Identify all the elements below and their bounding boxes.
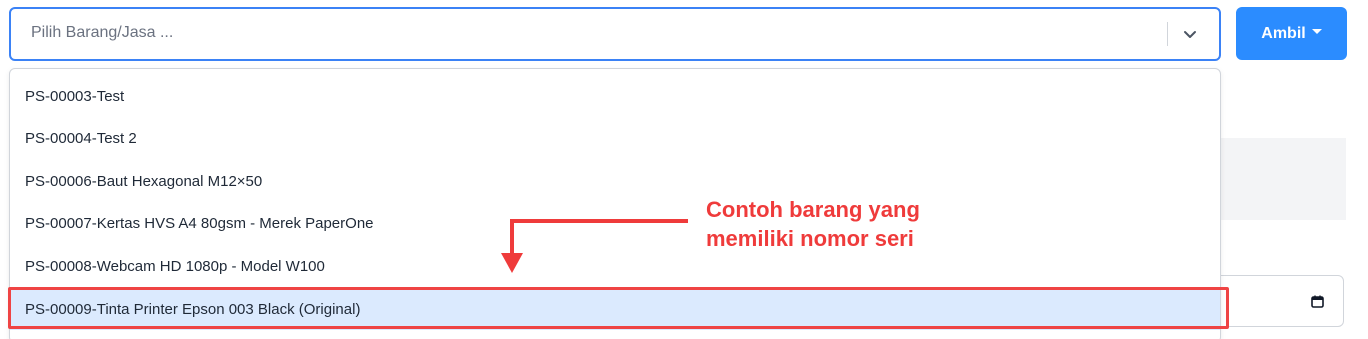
- annotation-arrow-icon: [501, 219, 688, 273]
- calendar-icon[interactable]: [1311, 295, 1324, 308]
- dropdown-item-selected[interactable]: PS-00009-Tinta Printer Epson 003 Black (…: [10, 288, 1220, 330]
- item-select[interactable]: Pilih Barang/Jasa ...: [9, 7, 1221, 61]
- ambil-button-label: Ambil: [1261, 24, 1306, 42]
- background-panel: [1200, 138, 1346, 220]
- ambil-button[interactable]: Ambil: [1236, 7, 1347, 60]
- dropdown-item-label: PS-00004-Test 2: [25, 129, 137, 147]
- dropdown-menu: PS-00003-Test PS-00004-Test 2 PS-00006-B…: [9, 68, 1221, 339]
- dropdown-item-label: PS-00008-Webcam HD 1080p - Model W100: [25, 257, 325, 275]
- dropdown-item-label: PS-00007-Kertas HVS A4 80gsm - Merek Pap…: [25, 214, 374, 232]
- annotation-line: memiliki nomor seri: [706, 226, 914, 251]
- select-separator: [1167, 22, 1168, 46]
- dropdown-item[interactable]: PS-00004-Test 2: [10, 117, 1220, 159]
- dropdown-item-label: PS-00003-Test: [25, 87, 125, 105]
- dropdown-item[interactable]: PS-00003-Test: [10, 75, 1220, 117]
- dropdown-item-label: PS-00006-Baut Hexagonal M12×50: [25, 172, 263, 190]
- select-placeholder: Pilih Barang/Jasa ...: [31, 24, 174, 41]
- annotation-line: Contoh barang yang: [706, 197, 920, 222]
- dropdown-item-label: PS-00009-Tinta Printer Epson 003 Black (…: [25, 300, 361, 318]
- page: n Pilih Barang/Jasa ... Ambil PS-00003-T…: [0, 0, 1368, 339]
- caret-down-icon: [1311, 29, 1322, 34]
- dropdown-item[interactable]: PS-00006-Baut Hexagonal M12×50: [10, 160, 1220, 202]
- chevron-down-icon[interactable]: [1181, 25, 1199, 43]
- annotation-text: Contoh barang yang memiliki nomor seri: [706, 195, 920, 253]
